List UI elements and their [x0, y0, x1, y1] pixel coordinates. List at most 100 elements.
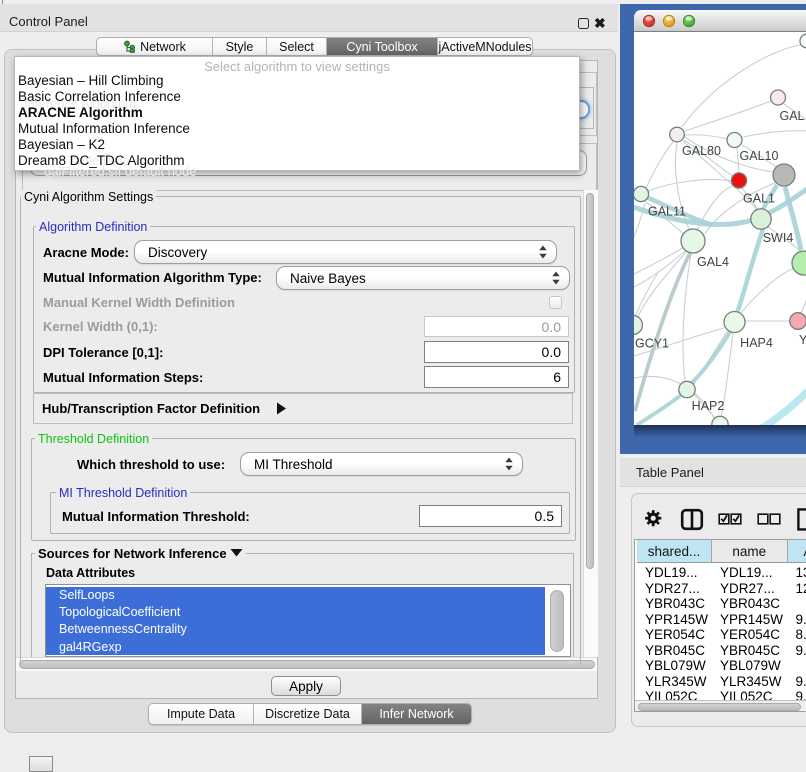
collapse-down-arrow-icon[interactable] — [230, 548, 243, 557]
table-cell[interactable]: YPR145W — [645, 612, 712, 628]
table-cell[interactable]: YDL19... — [645, 565, 712, 581]
table-horizontal-scrollbar[interactable] — [635, 700, 806, 712]
algorithm-option[interactable]: Dream8 DC_TDC Algorithm — [18, 153, 185, 168]
network-node-y[interactable] — [790, 313, 806, 330]
kernel-width-field[interactable]: 0.0 — [424, 316, 569, 337]
mi-type-combobox[interactable]: Naive Bayes — [276, 266, 570, 290]
tab-style[interactable]: Style — [212, 38, 266, 55]
network-node-swi4[interactable] — [751, 209, 771, 229]
checked-columns-icon[interactable] — [719, 514, 741, 524]
network-edge[interactable] — [638, 251, 687, 317]
attribute-item[interactable]: TopologicalCoefficient — [46, 604, 545, 621]
network-node-gal1[interactable] — [731, 173, 746, 188]
mi-steps-field[interactable]: 6 — [424, 366, 569, 388]
tab-label: jActiveMNodules — [438, 40, 531, 54]
algorithm-option[interactable]: ARACNE Algorithm — [18, 105, 143, 120]
column-header-3[interactable]: A — [788, 540, 806, 563]
network-edge-thick[interactable] — [737, 229, 763, 313]
network-edge[interactable] — [646, 142, 673, 188]
bottom-tab-discretize-data[interactable]: Discretize Data — [253, 704, 361, 724]
table-cell[interactable]: YBR043C — [720, 596, 788, 612]
table-cell[interactable]: YLR345W — [720, 674, 788, 690]
network-edge[interactable] — [636, 271, 659, 315]
network-edge[interactable] — [685, 101, 771, 131]
network-node-gal4[interactable] — [681, 229, 705, 253]
attribute-item[interactable]: gal4RGexp — [46, 638, 545, 655]
table-cell[interactable]: 9. — [796, 674, 806, 690]
table-cell[interactable] — [796, 596, 806, 612]
document-icon[interactable] — [798, 509, 806, 529]
table-cell[interactable]: 9. — [796, 612, 806, 628]
table-cell[interactable]: YDR27... — [720, 581, 788, 597]
attribute-item[interactable]: SelfLoops — [46, 587, 545, 604]
table-cell[interactable]: YBR045C — [720, 643, 788, 659]
table-cell[interactable]: YBL079W — [645, 658, 712, 674]
column-header-1[interactable]: shared... — [637, 540, 712, 563]
network-edge[interactable] — [683, 254, 691, 381]
tab-cyni-toolbox[interactable]: Cyni Toolbox — [326, 38, 437, 55]
tab-jactivemnodules[interactable]: jActiveMNodules — [437, 38, 532, 55]
list-scrollbar-thumb[interactable] — [550, 590, 564, 652]
algorithm-option[interactable]: Mutual Information Inference — [18, 121, 190, 136]
algorithm-option[interactable]: Basic Correlation Inference — [18, 89, 181, 104]
tab-select[interactable]: Select — [266, 38, 326, 55]
column-header-2[interactable]: name — [712, 540, 788, 563]
network-node[interactable] — [773, 164, 795, 186]
network-node-hap4[interactable] — [724, 312, 745, 333]
network-node-gal[interactable] — [771, 90, 786, 105]
table-cell[interactable]: 12 — [796, 581, 806, 597]
close-icon[interactable]: ✖ — [594, 15, 606, 32]
table-cell[interactable]: YBL079W — [720, 658, 788, 674]
unchecked-columns-icon[interactable] — [758, 514, 780, 524]
network-node[interactable] — [800, 34, 806, 48]
table-cell[interactable] — [796, 658, 806, 674]
table-cell[interactable]: 8. — [796, 627, 806, 643]
network-node[interactable] — [792, 251, 806, 275]
aracne-mode-combobox[interactable]: Discovery — [134, 240, 557, 264]
network-window-titlebar[interactable] — [634, 10, 806, 32]
network-node-gal80[interactable] — [670, 127, 685, 142]
table-cell[interactable]: YER054C — [645, 627, 712, 643]
table-cell[interactable]: YBR045C — [645, 643, 712, 659]
apply-button[interactable]: Apply — [271, 676, 341, 696]
table-cell[interactable]: YER054C — [720, 627, 788, 643]
float-window-icon[interactable] — [578, 18, 589, 29]
attribute-item[interactable]: BetweennessCentrality — [46, 621, 545, 638]
algorithm-option[interactable]: Bayesian – K2 — [18, 137, 105, 152]
bottom-tab-impute-data[interactable]: Impute Data — [149, 704, 253, 724]
manual-kernel-checkbox[interactable] — [549, 296, 562, 309]
table-cell[interactable]: YPR145W — [720, 612, 788, 628]
settings-vertical-scrollbar[interactable] — [583, 190, 598, 657]
network-node-gcy1[interactable] — [634, 316, 643, 335]
vertical-scrollbar-thumb[interactable] — [586, 193, 594, 569]
table-cell[interactable]: 9. — [796, 643, 806, 659]
network-edge[interactable] — [648, 180, 733, 191]
table-cell[interactable]: YLR345W — [645, 674, 712, 690]
gear-icon[interactable] — [645, 510, 661, 526]
table-cell[interactable]: YDR27... — [645, 581, 712, 597]
network-edge[interactable] — [684, 135, 728, 139]
table-cell[interactable]: YDL19... — [720, 565, 788, 581]
table-cell[interactable]: YBR043C — [645, 596, 712, 612]
network-canvas[interactable]: GALGAL80GAL10GAL1GAL11SWI4GAL4GCY1HAP4YH… — [634, 32, 806, 425]
network-edge-thick[interactable] — [637, 395, 681, 425]
network-node-gal11[interactable] — [634, 186, 649, 201]
network-edge-thick[interactable] — [757, 390, 806, 425]
algorithm-option[interactable]: Bayesian – Hill Climbing — [18, 73, 164, 88]
tab-network[interactable]: Network — [97, 38, 212, 55]
dpi-tolerance-field[interactable]: 0.0 — [424, 341, 569, 363]
network-node-gal10[interactable] — [727, 133, 742, 148]
table-scrollbar-thumb[interactable] — [638, 703, 801, 711]
bottom-corner-button[interactable] — [29, 756, 53, 772]
network-edge[interactable] — [743, 131, 806, 137]
mi-threshold-field[interactable]: 0.5 — [419, 505, 562, 527]
which-threshold-combobox[interactable]: MI Threshold — [240, 452, 523, 476]
network-edge[interactable] — [801, 298, 806, 313]
split-pane-icon[interactable] — [682, 510, 702, 529]
table-cell[interactable]: 13 — [796, 565, 806, 581]
network-edge-thick[interactable] — [688, 332, 730, 386]
network-node-hap2[interactable] — [679, 381, 695, 397]
expand-right-arrow-icon[interactable] — [275, 402, 287, 415]
bottom-tab-infer-network[interactable]: Infer Network — [361, 704, 471, 724]
data-attributes-list[interactable]: SelfLoopsTopologicalCoefficientBetweenne… — [45, 584, 571, 657]
